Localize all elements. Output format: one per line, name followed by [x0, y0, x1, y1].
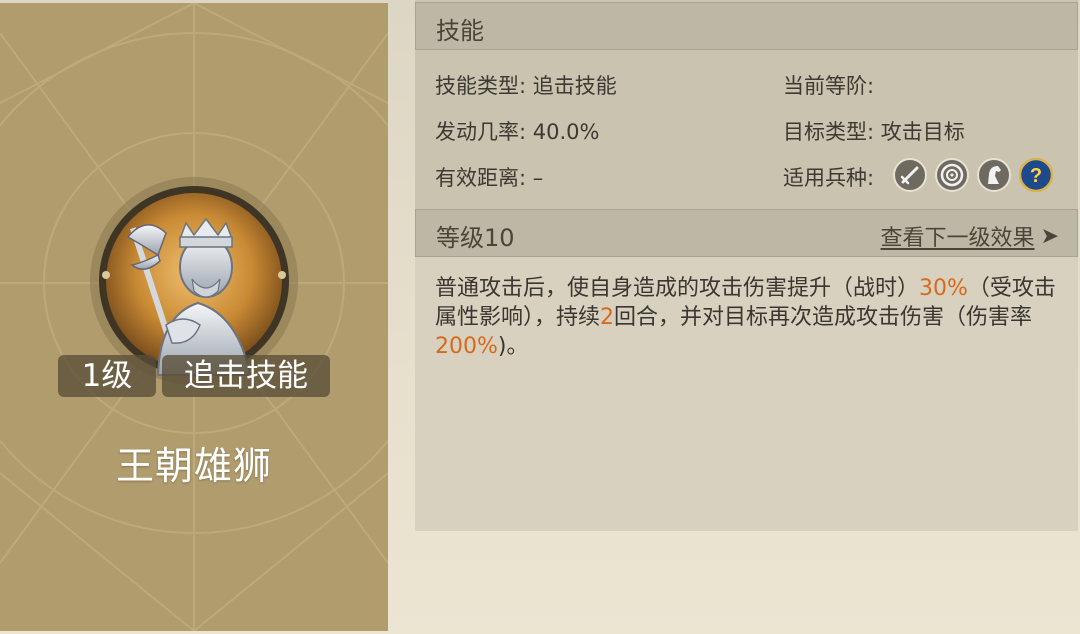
- next-level-effect-link[interactable]: 查看下一级效果 ➤: [881, 220, 1059, 252]
- troops-field: 适用兵种:: [783, 162, 874, 192]
- desc-highlight-damage-boost: 30%: [919, 276, 968, 301]
- trigger-rate-label: 发动几率:: [435, 120, 527, 144]
- skills-header: 技能: [415, 2, 1078, 50]
- target-type-label: 目标类型:: [783, 120, 875, 144]
- range-field: 有效距离: –: [435, 162, 543, 192]
- desc-highlight-rounds: 2: [600, 305, 615, 330]
- range-value: –: [532, 166, 544, 190]
- question-icon[interactable]: ?: [1019, 158, 1053, 192]
- desc-highlight-damage-rate: 200%: [435, 334, 498, 359]
- skill-type-field: 技能类型: 追击技能: [435, 70, 617, 100]
- desc-text-3: 回合，并对目标再次造成攻击伤害（伤害率: [614, 305, 1033, 330]
- skill-type-label: 技能类型:: [435, 74, 527, 98]
- current-rank-field: 当前等阶:: [783, 70, 874, 100]
- current-rank-label: 当前等阶:: [783, 74, 875, 98]
- skills-title: 技能: [436, 17, 484, 45]
- svg-text:?: ?: [1030, 165, 1042, 187]
- desc-text-1: 普通攻击后，使自身造成的攻击伤害提升（战时）: [435, 276, 920, 301]
- skill-type-value: 追击技能: [532, 74, 617, 98]
- skill-description: 普通攻击后，使自身造成的攻击伤害提升（战时）30%（受攻击属性影响），持续2回合…: [435, 274, 1065, 361]
- trigger-rate-field: 发动几率: 40.0%: [435, 116, 599, 146]
- troops-label: 适用兵种:: [783, 166, 875, 190]
- desc-text-4: )。: [497, 334, 529, 359]
- skill-type-tag: 追击技能: [162, 355, 330, 397]
- level-header: 等级10 查看下一级效果 ➤: [415, 209, 1078, 257]
- sword-icon[interactable]: [893, 158, 927, 192]
- skill-level-tag: 1级: [58, 355, 156, 397]
- target-type-value: 攻击目标: [880, 120, 965, 144]
- target-type-field: 目标类型: 攻击目标: [783, 116, 965, 146]
- next-level-effect-label: 查看下一级效果: [880, 226, 1035, 251]
- arrow-right-icon: ➤: [1040, 223, 1059, 249]
- horse-icon[interactable]: [977, 158, 1011, 192]
- trigger-rate-value: 40.0%: [532, 120, 600, 144]
- range-label: 有效距离:: [435, 166, 527, 190]
- skill-name: 王朝雄狮: [115, 444, 272, 488]
- troop-icons: ?: [893, 158, 1053, 192]
- skill-card: 1级 追击技能 王朝雄狮: [0, 3, 388, 631]
- level-title: 等级10: [436, 224, 515, 252]
- target-icon[interactable]: [935, 158, 969, 192]
